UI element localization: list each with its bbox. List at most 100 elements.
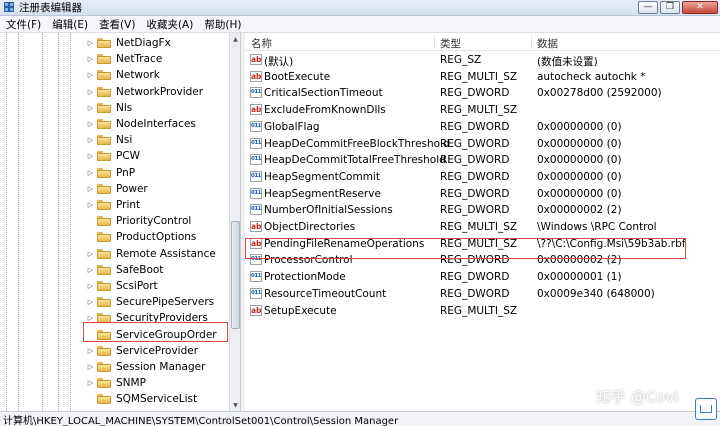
string-value-icon: ab	[250, 54, 262, 65]
table-row[interactable]: 011 CriticalSectionTimeout REG_DWORD 0x0027…	[245, 85, 720, 102]
menu-view[interactable]: 查看(V)	[93, 17, 140, 32]
table-row[interactable]: 011 ProtectionMode REG_DWORD 0x00000001 (1)	[245, 269, 720, 286]
tree-item-label: Print	[116, 199, 141, 211]
tree-item[interactable]: ▷ Session Manager	[86, 359, 206, 375]
folder-icon	[97, 38, 111, 48]
expand-arrow-icon[interactable]: ▷	[86, 379, 95, 387]
watermark: 知乎 @Covi	[596, 388, 679, 406]
expand-arrow-icon[interactable]: ▷	[86, 120, 95, 128]
table-row[interactable]: 011 ResourceTimeoutCount REG_DWORD 0x0009e3…	[245, 286, 720, 303]
tree-item[interactable]: ▷ Power	[86, 181, 148, 197]
scroll-down-icon[interactable]: ▼	[230, 399, 240, 411]
menu-edit[interactable]: 编辑(E)	[46, 17, 93, 32]
folder-icon	[97, 216, 111, 227]
menu-favorites[interactable]: 收藏夹(A)	[140, 17, 198, 32]
tree-item[interactable]: ▷ SafeBoot	[86, 262, 164, 278]
expand-arrow-icon[interactable]: ▷	[86, 152, 95, 160]
column-header-data[interactable]: 数据	[537, 36, 558, 51]
value-type: REG_DWORD	[440, 204, 510, 217]
table-row[interactable]: ab ObjectDirectories REG_MULTI_SZ \Windows …	[245, 219, 720, 236]
expand-arrow-icon[interactable]: ▷	[86, 136, 95, 144]
tree-scrollbar[interactable]: ▲ ▼	[229, 33, 240, 411]
expand-arrow-icon[interactable]: ▷	[86, 266, 95, 274]
tree-item-label: PnP	[116, 166, 136, 179]
binary-value-icon: 011	[250, 204, 262, 216]
scroll-thumb[interactable]	[231, 221, 240, 329]
expand-arrow-icon[interactable]: ▷	[86, 298, 95, 306]
table-row[interactable]: ab BootExecute REG_MULTI_SZ autocheck autoc…	[245, 69, 720, 86]
tree-item[interactable]: ▷ Remote Assistance	[86, 246, 216, 262]
table-row[interactable]: 011 HeapSegmentCommit REG_DWORD 0x00000000 …	[245, 169, 720, 186]
tree-item-label: SafeBoot	[116, 263, 164, 276]
value-list[interactable]: 名称 类型 数据 ab (默认) REG_SZ (数值未设置) ab BootExecut…	[245, 33, 720, 411]
table-row[interactable]: 011 GlobalFlag REG_DWORD 0x00000000 (0)	[245, 119, 720, 136]
scroll-up-icon[interactable]: ▲	[230, 33, 240, 45]
expand-arrow-icon[interactable]: ▷	[86, 104, 95, 112]
value-type: REG_DWORD	[440, 187, 510, 200]
tree-item[interactable]: ▷ Nls	[86, 100, 132, 116]
tree-item[interactable]: ▷ SNMP	[86, 375, 146, 391]
tree-item[interactable]: ▷ PCW	[86, 148, 140, 164]
tree-item[interactable]: SQMServiceList	[86, 391, 197, 407]
expand-arrow-icon[interactable]: ▷	[86, 39, 95, 47]
value-data: 0x00000000 (0)	[537, 154, 622, 167]
tree-item[interactable]: ▷ ServiceProvider	[86, 343, 198, 359]
expand-arrow-icon[interactable]: ▷	[86, 347, 95, 355]
value-name: HeapDeCommitFreeBlockThreshold	[264, 137, 450, 150]
tree-item[interactable]: ▷ NetTrace	[86, 51, 163, 67]
table-row[interactable]: ab (默认) REG_SZ (数值未设置)	[245, 52, 720, 69]
value-name: SetupExecute	[264, 304, 337, 317]
column-header-type[interactable]: 类型	[440, 36, 461, 51]
value-data: 0x00278d00 (2592000)	[537, 87, 662, 100]
tree-item[interactable]: ▷ ScsiPort	[86, 278, 158, 294]
folder-icon	[97, 345, 111, 356]
tree-item[interactable]: ▷ NetDiagFx	[86, 35, 171, 51]
table-row[interactable]: ab ExcludeFromKnownDlls REG_MULTI_SZ	[245, 102, 720, 119]
value-data: 0x00000000 (0)	[537, 137, 622, 150]
tree-item[interactable]: ProductOptions	[86, 229, 196, 245]
tree-item[interactable]: ▷ SecurePipeServers	[86, 294, 214, 310]
tree-item[interactable]: ▷ Print	[86, 197, 140, 213]
folder-icon	[97, 378, 111, 389]
tree-item[interactable]: ▷ Nsi	[86, 132, 132, 148]
tree-item[interactable]: ▷ Network	[86, 67, 160, 83]
value-name: ProtectionMode	[264, 271, 346, 284]
value-type: REG_DWORD	[440, 87, 510, 100]
expand-arrow-icon[interactable]: ▷	[86, 363, 95, 371]
value-data: 0x00000000 (0)	[537, 120, 622, 133]
table-row[interactable]: 011 HeapDeCommitFreeBlockThreshold REG_DWO…	[245, 136, 720, 153]
tree-item[interactable]: ▷ PnP	[86, 165, 135, 181]
tree-item-label: Remote Assistance	[116, 247, 216, 260]
value-data: autocheck autochk *	[537, 70, 646, 83]
title-bar[interactable]: 注册表编辑器 — ❐ ✕	[0, 0, 720, 16]
expand-arrow-icon[interactable]: ▷	[86, 88, 95, 96]
value-type: REG_MULTI_SZ	[440, 70, 518, 83]
menu-file[interactable]: 文件(F)	[0, 17, 46, 32]
menu-help[interactable]: 帮助(H)	[198, 17, 246, 32]
tree-item-label: PCW	[116, 150, 141, 163]
tree-item[interactable]: ▷ NodeInterfaces	[86, 116, 196, 132]
value-type: REG_MULTI_SZ	[440, 104, 518, 117]
tree-item-label: Nls	[116, 101, 133, 114]
expand-arrow-icon[interactable]: ▷	[86, 55, 95, 63]
tree-item[interactable]: ▷ NetworkProvider	[86, 84, 203, 100]
maximize-button[interactable]: ❐	[660, 1, 680, 14]
close-button[interactable]: ✕	[682, 1, 718, 14]
table-row[interactable]: 011 HeapDeCommitTotalFreeThreshold REG_DWO…	[245, 152, 720, 169]
table-row[interactable]: ab SetupExecute REG_MULTI_SZ	[245, 303, 720, 320]
expand-arrow-icon[interactable]: ▷	[86, 250, 95, 258]
value-data: 0x00000000 (0)	[537, 187, 622, 200]
expand-arrow-icon[interactable]: ▷	[86, 185, 95, 193]
minimize-button[interactable]: —	[638, 1, 658, 14]
expand-arrow-icon[interactable]: ▷	[86, 169, 95, 177]
expand-arrow-icon[interactable]: ▷	[86, 282, 95, 290]
tree-item[interactable]: PriorityControl	[86, 213, 191, 229]
expand-arrow-icon[interactable]: ▷	[86, 71, 95, 79]
table-row[interactable]: 011 NumberOfInitialSessions REG_DWORD 0x000…	[245, 202, 720, 219]
value-type: REG_DWORD	[440, 120, 510, 133]
expand-arrow-icon[interactable]: ▷	[86, 201, 95, 209]
table-row[interactable]: 011 HeapSegmentReserve REG_DWORD 0x00000000…	[245, 186, 720, 203]
registry-tree[interactable]: ▷ NetDiagFx ▷ NetTrace ▷ Network ▷ NetworkProvi…	[0, 33, 241, 411]
value-type: REG_DWORD	[440, 287, 510, 300]
column-header-name[interactable]: 名称	[251, 36, 272, 51]
